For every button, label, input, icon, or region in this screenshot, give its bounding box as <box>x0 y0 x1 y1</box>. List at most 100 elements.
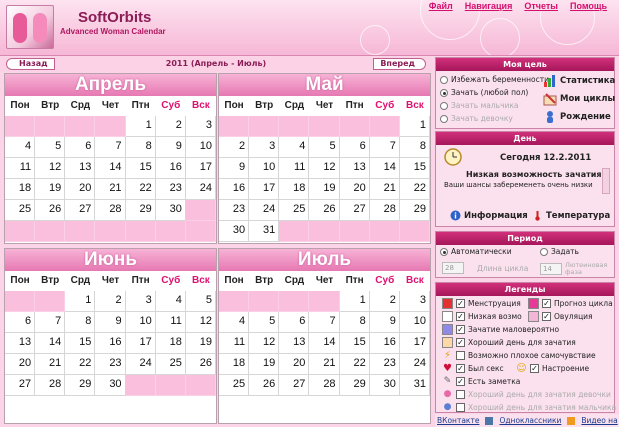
day-cell[interactable]: 30 <box>155 200 186 221</box>
day-cell[interactable]: 15 <box>65 333 96 354</box>
day-cell[interactable]: 26 <box>35 200 66 221</box>
day-cell[interactable]: 28 <box>35 375 66 396</box>
day-cell[interactable]: 27 <box>339 200 370 221</box>
radio[interactable] <box>440 88 448 97</box>
day-cell[interactable]: 26 <box>249 375 280 396</box>
day-cell[interactable]: 18 <box>219 354 250 375</box>
day-cell[interactable]: 9 <box>219 158 250 179</box>
day-cell[interactable]: 17 <box>125 333 156 354</box>
day-cell[interactable]: 11 <box>155 312 186 333</box>
info-link[interactable]: Информация <box>450 210 528 221</box>
day-cell[interactable]: 12 <box>35 158 66 179</box>
legend-bad-feeling[interactable]: ⚡ Возможно плохое самочувствие <box>442 350 596 361</box>
day-cell[interactable]: 25 <box>219 375 250 396</box>
cycle-length-select[interactable]: 28 <box>442 262 464 274</box>
day-cell[interactable]: 14 <box>309 333 340 354</box>
day-cell[interactable]: 17 <box>185 158 216 179</box>
day-cell[interactable]: 2 <box>95 291 126 312</box>
period-auto[interactable]: Автоматически <box>440 247 512 256</box>
day-cell[interactable]: 9 <box>95 312 126 333</box>
day-cell[interactable]: 22 <box>125 179 156 200</box>
legend-checkbox[interactable]: ✓ <box>530 364 539 373</box>
day-cell[interactable]: 2 <box>369 291 400 312</box>
radio[interactable] <box>440 114 448 123</box>
day-cell[interactable]: 12 <box>249 333 280 354</box>
day-cell[interactable]: 23 <box>369 354 400 375</box>
day-cell[interactable]: 9 <box>369 312 400 333</box>
day-cell[interactable]: 7 <box>309 312 340 333</box>
legend-checkbox[interactable] <box>456 402 465 412</box>
goal-option-boy[interactable]: Зачать мальчика <box>440 101 519 110</box>
day-cell[interactable]: 29 <box>399 200 430 221</box>
day-cell[interactable]: 22 <box>65 354 96 375</box>
day-cell[interactable]: 21 <box>309 354 340 375</box>
day-cell[interactable]: 10 <box>185 137 216 158</box>
day-cell[interactable]: 19 <box>185 333 216 354</box>
legend-checkbox[interactable]: ✓ <box>542 312 551 321</box>
day-cell[interactable]: 2 <box>155 116 186 137</box>
legend-forecast[interactable]: ✓ Прогноз цикла <box>528 298 613 309</box>
day-cell[interactable]: 5 <box>185 291 216 312</box>
radio[interactable] <box>440 75 448 84</box>
goal-option-conceive[interactable]: Зачать (любой пол) <box>440 88 528 97</box>
day-cell[interactable]: 29 <box>125 200 156 221</box>
legend-note[interactable]: ✎ ✓ Есть заметка <box>442 376 521 386</box>
day-cell[interactable]: 17 <box>249 179 280 200</box>
vk-link[interactable]: ВКонтакте <box>437 416 479 425</box>
day-cell[interactable]: 8 <box>399 137 430 158</box>
day-cell[interactable]: 15 <box>399 158 430 179</box>
day-cell[interactable]: 2 <box>219 137 250 158</box>
day-cell[interactable]: 11 <box>279 158 310 179</box>
radio[interactable] <box>440 101 448 110</box>
day-cell[interactable]: 24 <box>185 179 216 200</box>
day-cell[interactable]: 31 <box>399 375 430 396</box>
day-cell[interactable]: 6 <box>339 137 370 158</box>
day-cell[interactable]: 28 <box>309 375 340 396</box>
day-cell[interactable]: 7 <box>95 137 126 158</box>
menu-reports[interactable]: Отчеты <box>524 1 558 11</box>
day-cell[interactable]: 28 <box>95 200 126 221</box>
legend-checkbox[interactable] <box>456 351 465 360</box>
day-cell[interactable]: 16 <box>95 333 126 354</box>
day-cell[interactable]: 13 <box>65 158 96 179</box>
day-cell[interactable]: 7 <box>35 312 66 333</box>
luteal-phase-select[interactable]: 14 <box>540 263 562 275</box>
hint-scrollbar[interactable] <box>602 168 610 194</box>
legend-checkbox[interactable]: ✓ <box>456 364 465 373</box>
legend-checkbox[interactable]: ✓ <box>456 299 465 308</box>
day-cell[interactable]: 21 <box>369 179 400 200</box>
day-cell[interactable]: 27 <box>279 375 310 396</box>
day-cell[interactable]: 5 <box>249 312 280 333</box>
day-cell[interactable]: 11 <box>5 158 36 179</box>
day-cell[interactable]: 24 <box>399 354 430 375</box>
day-cell[interactable]: 16 <box>155 158 186 179</box>
day-cell[interactable]: 19 <box>249 354 280 375</box>
day-cell[interactable]: 9 <box>155 137 186 158</box>
temperature-link[interactable]: Температура <box>532 210 610 221</box>
day-cell[interactable]: 25 <box>155 354 186 375</box>
day-cell[interactable]: 26 <box>309 200 340 221</box>
day-cell[interactable]: 5 <box>309 137 340 158</box>
forward-button[interactable]: Вперед <box>373 58 426 70</box>
day-cell[interactable]: 16 <box>219 179 250 200</box>
day-cell[interactable]: 1 <box>399 116 430 137</box>
day-cell[interactable]: 25 <box>5 200 36 221</box>
day-cell[interactable]: 30 <box>369 375 400 396</box>
day-cell[interactable]: 23 <box>95 354 126 375</box>
legend-girl-day[interactable]: ● Хороший день для зачатия девочки <box>442 389 611 399</box>
day-cell[interactable]: 8 <box>125 137 156 158</box>
day-cell[interactable]: 13 <box>339 158 370 179</box>
day-cell[interactable]: 30 <box>219 221 250 242</box>
day-cell[interactable]: 20 <box>339 179 370 200</box>
day-cell[interactable]: 3 <box>399 291 430 312</box>
day-cell[interactable]: 31 <box>249 221 280 242</box>
day-cell[interactable]: 14 <box>369 158 400 179</box>
legend-checkbox[interactable]: ✓ <box>456 338 465 347</box>
day-cell[interactable]: 6 <box>5 312 36 333</box>
day-cell[interactable]: 19 <box>309 179 340 200</box>
my-cycles-link[interactable]: Мои циклы <box>543 92 615 106</box>
legend-boy-day[interactable]: ● Хороший день для зачатия мальчика <box>442 402 617 412</box>
day-cell[interactable]: 8 <box>339 312 370 333</box>
day-cell[interactable]: 10 <box>125 312 156 333</box>
legend-mood[interactable]: ☺ ✓ Настроение <box>516 363 589 374</box>
